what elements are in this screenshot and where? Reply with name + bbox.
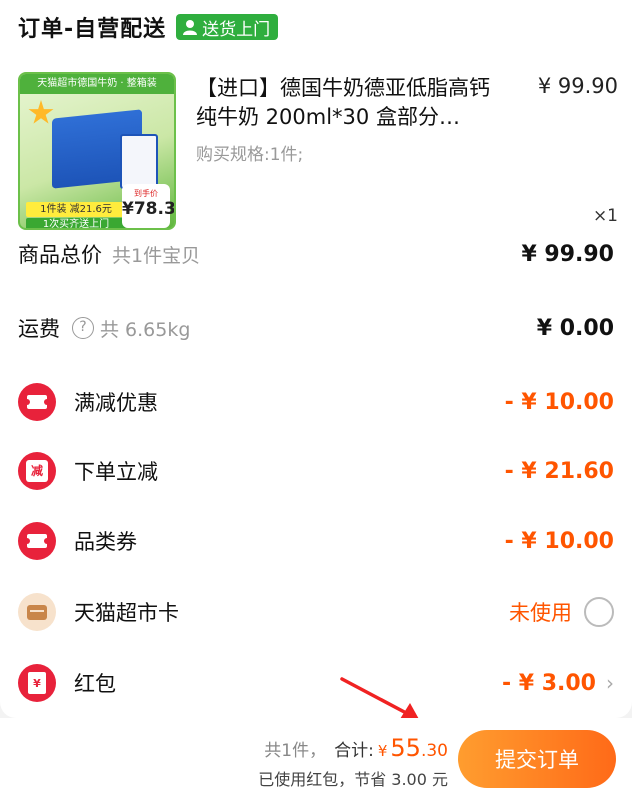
order-header: 订单-自营配送 送货上门 bbox=[18, 10, 279, 44]
savings-note: 已使用红包，节省 3.00 元 bbox=[258, 770, 448, 789]
product-image-price-value: ¥78.3 bbox=[122, 199, 176, 219]
total-currency: ¥ bbox=[377, 742, 388, 760]
goods-total-row: 商品总价 共1件宝贝 ¥ 99.90 bbox=[18, 234, 614, 274]
discount-row-category-coupon[interactable]: 品类券 - ¥ 10.00 bbox=[18, 521, 614, 561]
milk-box-graphic bbox=[120, 134, 158, 189]
submit-order-button[interactable]: 提交订单 bbox=[458, 730, 616, 788]
red-packet-row[interactable]: ¥ 红包 - ¥ 3.00 › bbox=[18, 663, 614, 703]
red-packet-label: 红包 bbox=[74, 672, 116, 696]
discount-label: 满减优惠 bbox=[74, 391, 158, 415]
tmall-card-status: 未使用 bbox=[509, 601, 572, 625]
product-title[interactable]: 【进口】德国牛奶德亚低脂高钙纯牛奶 200ml*30 盒部分… bbox=[196, 74, 508, 132]
order-total: 共1件， 合计: ¥ 55 .30 bbox=[264, 734, 448, 762]
shipping-row: 运费 ? 共 6.65kg ¥ 0.00 bbox=[18, 308, 614, 348]
delivery-badge: 送货上门 bbox=[176, 14, 279, 40]
shipping-label: 运费 bbox=[18, 317, 60, 341]
ticket-icon bbox=[18, 383, 56, 421]
reduce-icon: 减 bbox=[18, 452, 56, 490]
total-label: 合计: bbox=[334, 741, 374, 761]
product-image-banner: 天猫超市德国牛奶 · 整箱装 bbox=[20, 74, 174, 94]
person-icon bbox=[183, 20, 198, 35]
help-icon[interactable]: ? bbox=[72, 317, 94, 339]
total-amount-integer: 55 bbox=[390, 734, 421, 762]
product-price: ¥ 99.90 bbox=[537, 74, 618, 98]
discount-value: - ¥ 21.60 bbox=[504, 458, 614, 484]
product-image-offer: 1件装 减21.6元 bbox=[26, 202, 126, 217]
wallet-icon bbox=[18, 593, 56, 631]
goods-total-count: 共1件宝贝 bbox=[112, 244, 201, 267]
discount-value: - ¥ 10.00 bbox=[504, 528, 614, 554]
product-spec: 购买规格:1件; bbox=[196, 145, 304, 165]
tmall-card-row[interactable]: 天猫超市卡 未使用 bbox=[18, 592, 614, 632]
chevron-right-icon[interactable]: › bbox=[606, 671, 614, 695]
ticket-icon bbox=[18, 522, 56, 560]
shipping-value: ¥ 0.00 bbox=[536, 315, 614, 341]
red-packet-value: - ¥ 3.00 bbox=[501, 670, 596, 696]
product-image-price-tag: 到手价 bbox=[134, 189, 158, 198]
discount-row-instant-reduction[interactable]: 减 下单立减 - ¥ 21.60 bbox=[18, 451, 614, 491]
total-amount-decimal: .30 bbox=[420, 741, 448, 761]
product-image-price: 到手价 ¥78.3 bbox=[122, 184, 176, 228]
discount-row-full-reduction[interactable]: 满减优惠 - ¥ 10.00 bbox=[18, 382, 614, 422]
item-count: 共1件， bbox=[264, 741, 327, 761]
star-icon bbox=[28, 100, 54, 124]
delivery-badge-label: 送货上门 bbox=[202, 19, 271, 40]
tmall-card-radio[interactable] bbox=[584, 597, 614, 627]
red-envelope-icon: ¥ bbox=[18, 664, 56, 702]
product-image[interactable]: 天猫超市德国牛奶 · 整箱装 1件装 减21.6元 1次买齐送上门 到手价 ¥7… bbox=[18, 72, 176, 230]
shipping-weight: 共 6.65kg bbox=[100, 318, 191, 341]
product-item[interactable]: 天猫超市德国牛奶 · 整箱装 1件装 减21.6元 1次买齐送上门 到手价 ¥7… bbox=[18, 72, 618, 232]
goods-total-value: ¥ 99.90 bbox=[521, 241, 614, 267]
product-image-offer-2: 1次买齐送上门 bbox=[26, 218, 126, 228]
order-card: 订单-自营配送 送货上门 天猫超市德国牛奶 · 整箱装 1件装 减21.6元 1… bbox=[0, 0, 632, 718]
discount-label: 品类券 bbox=[74, 530, 137, 554]
goods-total-label: 商品总价 bbox=[18, 243, 102, 267]
product-quantity: ×1 bbox=[592, 206, 618, 226]
tmall-card-label: 天猫超市卡 bbox=[74, 601, 179, 625]
checkout-bar: 共1件， 合计: ¥ 55 .30 已使用红包，节省 3.00 元 提交订单 bbox=[0, 718, 632, 800]
order-title: 订单-自营配送 bbox=[18, 17, 167, 42]
discount-label: 下单立减 bbox=[74, 460, 158, 484]
discount-value: - ¥ 10.00 bbox=[504, 389, 614, 415]
